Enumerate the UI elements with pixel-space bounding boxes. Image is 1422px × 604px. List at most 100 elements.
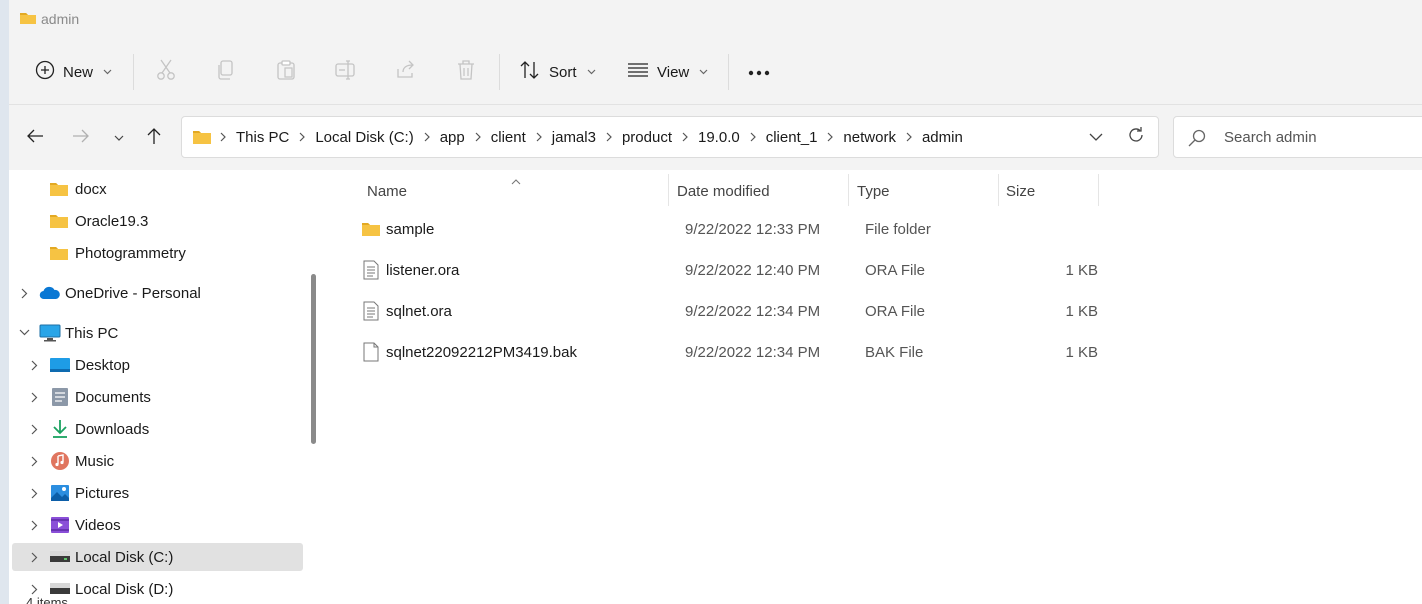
file-row[interactable]: listener.ora 9/22/2022 12:40 PM ORA File… xyxy=(349,252,1109,288)
up-button[interactable] xyxy=(139,123,169,153)
column-header-type[interactable]: Type xyxy=(857,176,890,206)
breadcrumb-item[interactable]: Local Disk (C:) xyxy=(315,129,413,146)
drive-icon xyxy=(49,550,71,564)
toolbar-separator xyxy=(133,54,134,90)
new-button-label: New xyxy=(63,63,94,81)
nav-item-pictures[interactable]: Pictures xyxy=(9,479,309,507)
breadcrumb-item[interactable]: admin xyxy=(922,129,963,146)
file-row[interactable]: sample 9/22/2022 12:33 PM File folder xyxy=(349,211,1109,247)
nav-item-label: Oracle19.3 xyxy=(75,212,149,230)
rename-icon xyxy=(335,59,357,85)
chevron-right-icon[interactable] xyxy=(31,584,38,595)
search-icon xyxy=(1188,129,1206,152)
copy-icon xyxy=(216,59,236,86)
nav-item-this-pc[interactable]: This PC xyxy=(9,319,309,347)
chevron-right-icon[interactable] xyxy=(31,360,38,371)
scissors-icon xyxy=(156,59,176,86)
column-divider[interactable] xyxy=(848,174,849,206)
breadcrumb-item[interactable]: app xyxy=(440,129,465,146)
nav-item-label: Local Disk (C:) xyxy=(75,548,174,566)
breadcrumb-item[interactable]: product xyxy=(622,129,672,146)
search-box[interactable]: Search admin xyxy=(1173,116,1422,158)
chevron-right-icon[interactable] xyxy=(31,552,38,563)
folder-icon xyxy=(49,181,69,197)
address-history-button[interactable] xyxy=(1082,123,1110,151)
nav-item-docx[interactable]: docx xyxy=(9,175,309,203)
chevron-right-icon[interactable] xyxy=(31,488,38,499)
chevron-down-icon xyxy=(587,67,596,77)
breadcrumb-item[interactable]: network xyxy=(843,129,896,146)
file-row[interactable]: sqlnet22092212PM3419.bak 9/22/2022 12:34… xyxy=(349,334,1109,370)
arrow-up-icon xyxy=(146,127,162,150)
folder-icon xyxy=(49,213,69,229)
chevron-right-icon[interactable] xyxy=(31,424,38,435)
breadcrumb-item[interactable]: client xyxy=(491,129,526,146)
column-divider[interactable] xyxy=(1098,174,1099,206)
column-header-name[interactable]: Name xyxy=(367,176,407,206)
chevron-right-icon xyxy=(827,132,834,142)
nav-item-photogrammetry[interactable]: Photogrammetry xyxy=(9,239,309,267)
file-type: ORA File xyxy=(865,261,926,279)
chevron-right-icon xyxy=(906,132,912,142)
chevron-right-icon[interactable] xyxy=(31,392,38,403)
rename-button[interactable] xyxy=(332,58,360,86)
breadcrumb-item[interactable]: client_1 xyxy=(766,129,818,146)
column-divider[interactable] xyxy=(998,174,999,206)
sort-button[interactable]: Sort xyxy=(519,44,596,100)
nav-item-videos[interactable]: Videos xyxy=(9,511,309,539)
address-bar[interactable]: This PC Local Disk (C:) app client jamal… xyxy=(181,116,1159,158)
file-date: 9/22/2022 12:34 PM xyxy=(685,302,821,320)
toolbar-separator xyxy=(499,54,500,90)
recent-locations-button[interactable] xyxy=(104,123,134,153)
share-button[interactable] xyxy=(392,58,420,86)
nav-item-documents[interactable]: Documents xyxy=(9,383,309,411)
breadcrumb-item[interactable]: jamal3 xyxy=(552,129,596,146)
breadcrumb-item[interactable]: This PC xyxy=(236,129,289,146)
chevron-right-icon xyxy=(220,132,226,142)
see-more-button[interactable] xyxy=(745,58,773,86)
cut-button[interactable] xyxy=(152,58,180,86)
nav-pane-scrollbar[interactable] xyxy=(311,274,316,444)
column-header-date[interactable]: Date modified xyxy=(677,176,770,206)
chevron-right-icon[interactable] xyxy=(31,456,38,467)
command-bar: New Sort View xyxy=(9,44,1422,100)
nav-item-desktop[interactable]: Desktop xyxy=(9,351,309,379)
search-input[interactable]: Search admin xyxy=(1224,129,1317,146)
delete-button[interactable] xyxy=(452,58,480,86)
nav-item-music[interactable]: Music xyxy=(9,447,309,475)
column-divider[interactable] xyxy=(668,174,669,206)
chevron-right-icon[interactable] xyxy=(31,520,38,531)
copy-button[interactable] xyxy=(212,58,240,86)
status-item-count: 4 items xyxy=(26,595,68,604)
nav-item-label: Videos xyxy=(75,516,121,534)
nav-item-oracle19-3[interactable]: Oracle19.3 xyxy=(9,207,309,235)
chevron-right-icon[interactable] xyxy=(21,288,28,299)
navigation-pane: docx Oracle19.3 Photogrammetry OneDrive … xyxy=(9,170,325,604)
column-header-size[interactable]: Size xyxy=(1006,176,1035,206)
file-explorer-window: admin New Sort View This PC Local Disk (… xyxy=(9,0,1422,604)
folder-icon xyxy=(19,10,37,31)
arrow-right-icon xyxy=(72,128,90,149)
view-button[interactable]: View xyxy=(627,44,708,100)
more-dots-icon xyxy=(748,63,770,81)
file-date: 9/22/2022 12:33 PM xyxy=(685,220,821,238)
nav-item-label: Photogrammetry xyxy=(75,244,186,262)
file-row[interactable]: sqlnet.ora 9/22/2022 12:34 PM ORA File 1… xyxy=(349,293,1109,329)
forward-button[interactable] xyxy=(66,123,96,153)
chevron-down-icon[interactable] xyxy=(19,329,30,336)
new-button[interactable]: New xyxy=(35,44,112,100)
file-size: 1 KB xyxy=(1065,302,1098,320)
nav-item-local-disk-c[interactable]: Local Disk (C:) xyxy=(12,543,303,571)
breadcrumb-item[interactable]: 19.0.0 xyxy=(698,129,740,146)
file-date: 9/22/2022 12:34 PM xyxy=(685,343,821,361)
back-button[interactable] xyxy=(20,123,50,153)
arrow-left-icon xyxy=(26,128,44,149)
view-button-label: View xyxy=(657,63,690,81)
sort-ascending-icon xyxy=(511,172,521,190)
nav-item-onedrive[interactable]: OneDrive - Personal xyxy=(9,279,309,307)
documents-icon xyxy=(51,387,69,407)
paste-button[interactable] xyxy=(272,58,300,86)
refresh-button[interactable] xyxy=(1122,123,1150,151)
nav-item-downloads[interactable]: Downloads xyxy=(9,415,309,443)
pictures-icon xyxy=(50,484,70,502)
